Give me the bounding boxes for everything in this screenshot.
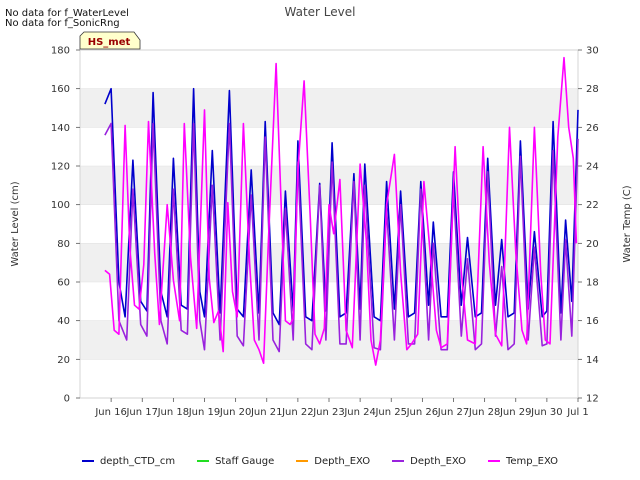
legend-label: Depth_EXO	[410, 455, 466, 467]
x-tick-label: Jun 17	[125, 407, 158, 418]
y-tick-label: 120	[51, 162, 70, 173]
y-tick-label: 140	[51, 123, 70, 134]
y2-tick-label: 12	[586, 394, 599, 405]
x-tick-label: Jun 20	[219, 407, 252, 418]
y-tick-label: 100	[51, 200, 70, 211]
y2-tick-label: 14	[586, 355, 599, 366]
legend-swatch	[197, 460, 210, 462]
station-badge-label: HS_met	[88, 37, 131, 48]
x-tick-label: Jun 30	[530, 407, 563, 418]
y-tick-label: 80	[57, 239, 70, 250]
legend-swatch	[487, 460, 500, 462]
legend: depth_CTD_cm Staff Gauge Depth_EXO Depth_EX…	[0, 452, 640, 470]
legend-label: Temp_EXO	[505, 455, 559, 467]
x-tick-label: Jun 26	[406, 407, 439, 418]
legend-label: Staff Gauge	[215, 455, 275, 467]
legend-label: Depth_EXO	[314, 455, 371, 467]
station-badge: HS_met	[79, 31, 141, 50]
y2-axis-label: Water Temp (C)	[622, 185, 633, 262]
x-tick-label: Jun 19	[188, 407, 221, 418]
legend-swatch	[296, 460, 309, 462]
legend-item-1: Staff Gauge	[197, 452, 274, 470]
y2-tick-label: 28	[586, 84, 599, 95]
y-tick-label: 0	[64, 394, 70, 405]
y-tick-label: 160	[51, 84, 70, 95]
legend-swatch	[392, 460, 405, 462]
y2-tick-label: 22	[586, 200, 599, 211]
x-tick-label: Jun 25	[374, 407, 407, 418]
x-tick-label: Jun 27	[437, 407, 470, 418]
chart-title: Water Level	[285, 5, 356, 19]
x-tick-label: Jun 29	[499, 407, 532, 418]
y-axis-label: Water Level (cm)	[10, 181, 21, 266]
legend-item-0: depth_CTD_cm	[81, 452, 176, 470]
legend-item-3: Depth_EXO	[392, 452, 466, 470]
grid-band	[80, 320, 578, 360]
x-tick-label: Jun 23	[312, 407, 345, 418]
x-tick-label: Jun 21	[250, 407, 283, 418]
y-tick-label: 180	[51, 46, 70, 57]
y2-tick-label: 24	[586, 162, 599, 173]
x-tick-label: Jun 22	[281, 407, 314, 418]
x-tick-label: Jul 1	[566, 407, 589, 418]
x-tick-label: Jun 18	[157, 407, 190, 418]
series-line-3	[104, 122, 579, 353]
y2-tick-label: 30	[586, 46, 599, 57]
y-tick-label: 40	[57, 316, 70, 327]
legend-item-2: Depth_EXO	[296, 452, 370, 470]
y-tick-label: 60	[57, 278, 70, 289]
y2-tick-label: 16	[586, 316, 599, 327]
legend-swatch	[81, 460, 94, 462]
y2-tick-label: 18	[586, 278, 599, 289]
y-tick-label: 20	[57, 355, 70, 366]
chart: 0 20 40 60 80 100 120 140 160 180 12 14 16 18 20 22 24 26…	[10, 5, 633, 418]
x-tick-label: Jun 28	[468, 407, 501, 418]
y2-tick-label: 26	[586, 123, 599, 134]
y2-tick-label: 20	[586, 239, 599, 250]
legend-item-4: Temp_EXO	[487, 452, 559, 470]
legend-label: depth_CTD_cm	[99, 455, 176, 467]
x-tick-label: Jun 24	[343, 407, 376, 418]
x-tick-label: Jun 16	[94, 407, 127, 418]
